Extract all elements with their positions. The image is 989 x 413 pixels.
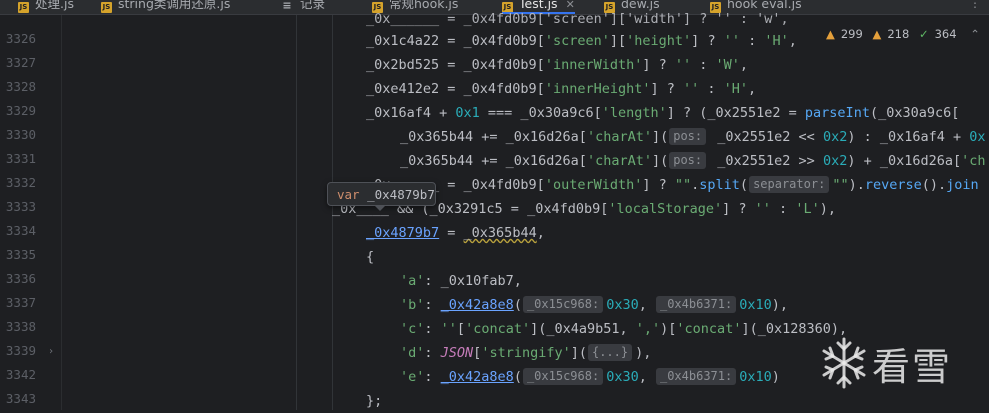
inspection-widget[interactable]: ▲ 299 ▲ 218 ✓ 364 ⌃	[820, 24, 986, 44]
parameter-hint: pos:	[669, 152, 707, 169]
line-number: 3337	[5, 295, 36, 310]
snowflake-icon	[822, 337, 866, 389]
code-line-3339: 'd': JSON['stringify']({...}),	[400, 344, 652, 361]
kanxue-watermark: 看雪	[822, 333, 952, 393]
indent-guide	[296, 15, 297, 410]
tab-string-restore-js[interactable]: JS string类调用还原.js	[101, 0, 230, 13]
declaration-tooltip: var _0x4879b7	[327, 182, 436, 206]
parameter-hint: pos:	[669, 128, 707, 145]
code-line-3328: _0xe412e2 = _0x4fd0b9['innerHeight'] ? '…	[366, 81, 757, 97]
code-line-3332: _0x______ = _0x4fd0b9['outerWidth'] ? ""…	[366, 176, 979, 193]
highlighted-identifier[interactable]: _0x4879b7	[366, 225, 439, 241]
line-number: 3333	[5, 199, 36, 214]
parameter-hint: _0x15c968:	[522, 296, 604, 313]
parameter-hint: _0x15c968:	[522, 368, 604, 385]
line-number: 3326	[5, 31, 36, 46]
line-number: 3331	[5, 151, 36, 166]
warning-count: 218	[887, 27, 910, 41]
code-line-3337: 'b': _0x42a8e8(_0x15c968: 0x30, _0x4b6371…	[400, 296, 789, 313]
check-icon: ✓	[918, 27, 929, 41]
text-file-icon: ≡	[282, 0, 292, 12]
code-line-3336: 'a': _0x10fab7,	[400, 273, 522, 289]
line-number: 3328	[5, 79, 36, 94]
parameter-hint: _0x4b6371:	[655, 368, 737, 385]
parameter-hint: separator:	[749, 176, 830, 193]
code-line-3330: _0x365b44 += _0x16d26a['charAt'](pos: _0…	[400, 128, 986, 145]
line-number: 3339	[5, 343, 36, 358]
code-line-3334: _0x4879b7 = _0x365b44,	[366, 225, 545, 241]
chevron-up-icon[interactable]: ⌃	[970, 27, 980, 41]
error-count: 299	[840, 27, 863, 41]
code-line-3338: 'c': ''['concat'](_0x4a9b51, ',')['conca…	[400, 321, 848, 337]
tab-chuli-js[interactable]: JS 处理.js	[18, 0, 74, 13]
warning-triangle-icon: ▲	[826, 27, 835, 41]
code-line-3329: _0x16af4 + 0x1 === _0x30a9c6['length'] ?…	[366, 105, 960, 121]
tooltip-pointer	[374, 205, 386, 211]
code-line-3342: 'e': _0x42a8e8(_0x15c968: 0x30, _0x4b6371…	[400, 368, 780, 385]
tab-notes[interactable]: ≡ 记录	[280, 0, 325, 13]
line-number: 3336	[5, 271, 36, 286]
code-line-3331: _0x365b44 += _0x16d26a['charAt'](pos: _0…	[400, 152, 986, 169]
code-line-partial: _0x______ = _0x4fd0b9['screen']['width']…	[366, 11, 789, 27]
line-number: 3332	[5, 175, 36, 190]
parameter-hint: _0x4b6371:	[655, 296, 737, 313]
line-number: 3343	[5, 391, 36, 406]
watermark-text: 看雪	[872, 344, 953, 389]
js-file-icon: JS	[101, 2, 112, 13]
code-line-3335: {	[366, 249, 375, 265]
line-number: 3334	[5, 223, 36, 238]
line-number: 3327	[5, 55, 36, 70]
line-number: 3342	[5, 367, 36, 382]
line-number: 3329	[5, 103, 36, 118]
line-number: 3335	[5, 247, 36, 262]
code-line-3326: _0x1c4a22 = _0x4fd0b9['screen']['height'…	[366, 33, 797, 49]
line-number: 3330	[5, 127, 36, 142]
code-line-3327: _0x2bd525 = _0x4fd0b9['innerWidth'] ? ''…	[366, 57, 749, 73]
tab-overflow-icon[interactable]: ⋮	[969, 0, 981, 10]
code-line-3343: };	[366, 393, 383, 409]
line-number: 3338	[5, 319, 36, 334]
folded-region[interactable]: {...}	[587, 344, 633, 361]
weak-warning-count: 364	[934, 27, 957, 41]
fold-expand-icon[interactable]: ›	[48, 346, 54, 357]
warning-triangle-icon: ▲	[872, 27, 882, 41]
js-file-icon: JS	[18, 2, 29, 13]
